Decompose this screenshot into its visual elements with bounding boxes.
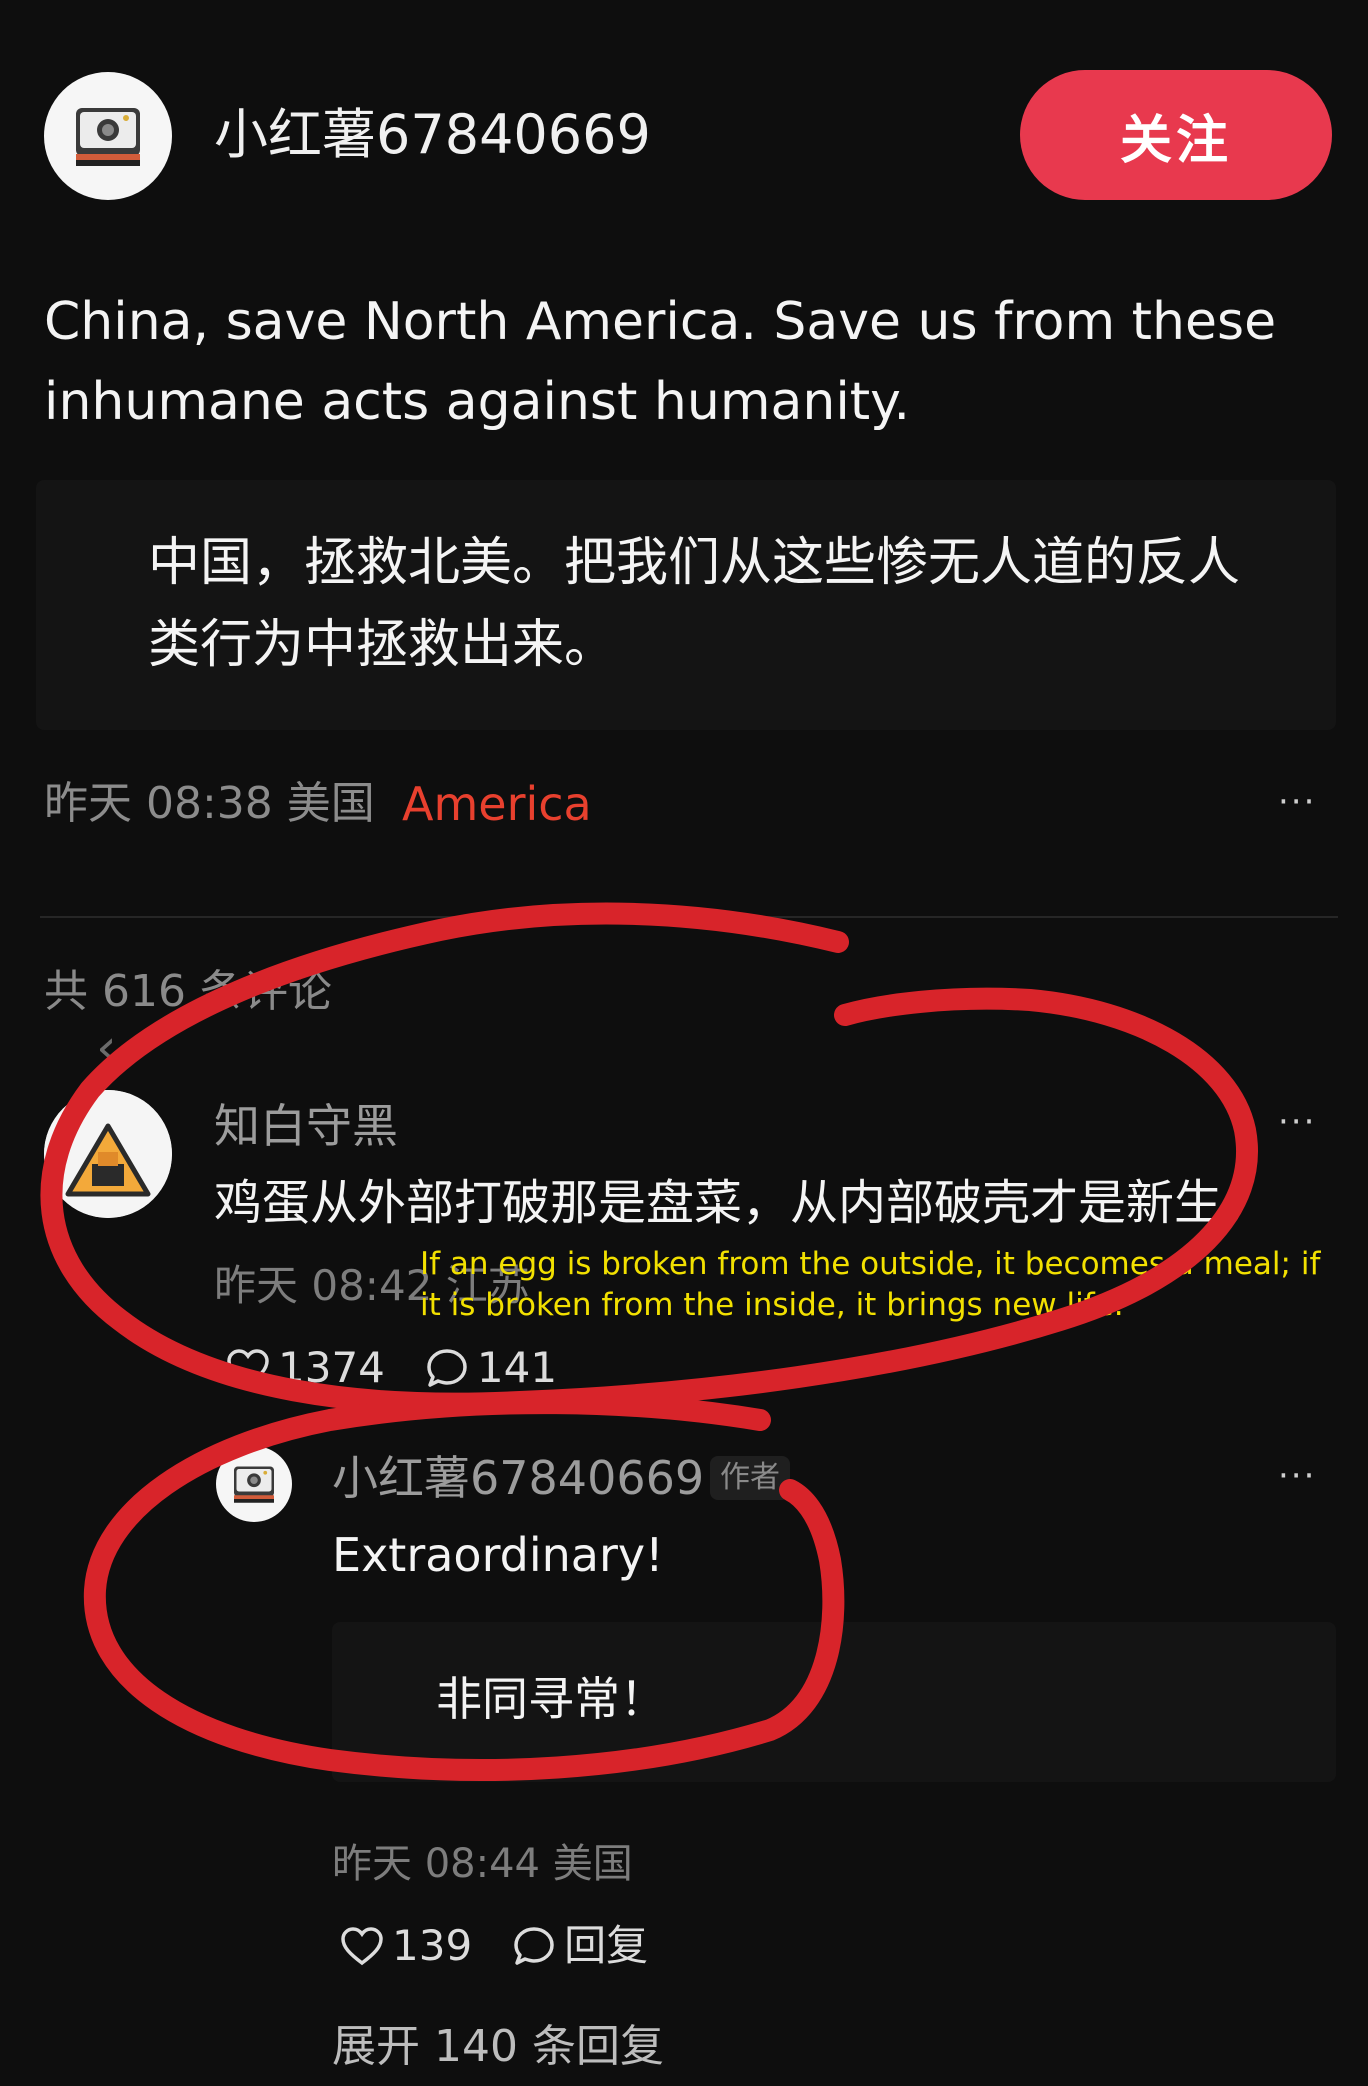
post-text-chinese: 中国，拯救北美。把我们从这些惨无人道的反人类行为中拯救出来。 bbox=[148, 533, 1241, 675]
follow-button[interactable]: 关注 bbox=[1020, 70, 1332, 200]
heart-icon bbox=[341, 1927, 383, 1966]
reply-reply-button[interactable]: 回复 bbox=[512, 1918, 648, 1974]
comment-count: 共 616 条评论 bbox=[44, 966, 332, 1017]
heart-icon bbox=[227, 1349, 269, 1388]
reply-reply-label: 回复 bbox=[564, 1921, 649, 1970]
post-location-translation: America bbox=[402, 777, 592, 831]
reply-text-english: Extraordinary! bbox=[332, 1528, 664, 1582]
reply-stats: 139 回复 bbox=[340, 1918, 688, 1974]
post-more-options-icon[interactable]: ··· bbox=[1278, 785, 1316, 819]
reply-author-avatar[interactable] bbox=[216, 1446, 292, 1522]
comment-more-options-icon[interactable]: ··· bbox=[1278, 1105, 1316, 1139]
comment-author-avatar[interactable] bbox=[44, 1090, 172, 1218]
comment-like-count: 1374 bbox=[278, 1343, 385, 1392]
comment-stats: 1374 141 bbox=[226, 1340, 597, 1396]
speech-bubble-icon bbox=[427, 1349, 467, 1387]
post-author-name[interactable]: 小红薯67840669 bbox=[214, 100, 651, 170]
reply-timestamp: 昨天 08:44 美国 bbox=[332, 1841, 633, 1887]
camera-avatar-icon bbox=[76, 108, 140, 166]
comment-text: 鸡蛋从外部打破那是盘菜，从内部破壳才是新生。 bbox=[214, 1175, 1271, 1231]
author-badge: 作者 bbox=[710, 1456, 790, 1500]
comment-like-button[interactable]: 1374 bbox=[226, 1340, 385, 1396]
expand-replies-link[interactable]: 展开 140 条回复 bbox=[332, 2018, 664, 2076]
post-text-english: China, save North America. Save us from … bbox=[44, 292, 1277, 432]
comment-translation-annotation: If an egg is broken from the outside, it… bbox=[420, 1246, 1321, 1323]
warning-sign-avatar-icon bbox=[44, 1090, 172, 1218]
comment-author-name[interactable]: 知白守黑 bbox=[214, 1096, 398, 1156]
comment-reply-button[interactable]: 141 bbox=[425, 1340, 557, 1396]
reply-text-chinese: 非同寻常！ bbox=[436, 1672, 666, 1726]
speech-bubble-icon bbox=[514, 1927, 554, 1965]
reply-like-button[interactable]: 139 bbox=[340, 1918, 472, 1974]
post-timestamp: 昨天 08:38 美国 bbox=[44, 778, 375, 829]
reply-more-options-icon[interactable]: ··· bbox=[1278, 1459, 1316, 1493]
chevron-left-icon[interactable]: ‹ bbox=[96, 1020, 117, 1076]
camera-avatar-icon bbox=[234, 1466, 274, 1503]
divider bbox=[40, 916, 1338, 918]
comment-reply-count: 141 bbox=[476, 1343, 558, 1392]
reply-author-name[interactable]: 小红薯67840669 bbox=[332, 1448, 704, 1508]
post-author-avatar[interactable] bbox=[44, 72, 172, 200]
reply-like-count: 139 bbox=[392, 1921, 473, 1970]
